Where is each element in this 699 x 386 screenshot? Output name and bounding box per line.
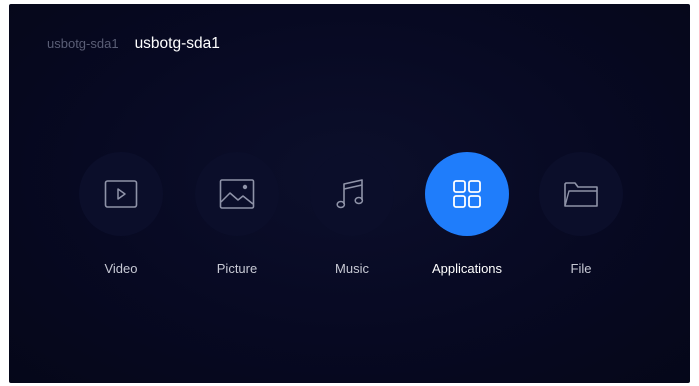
category-music-label: Music xyxy=(335,261,369,276)
category-picture-label: Picture xyxy=(216,261,258,276)
breadcrumb-current: usbotg-sda1 xyxy=(134,35,220,52)
category-applications-label: Applications xyxy=(431,261,503,276)
folder-icon xyxy=(563,179,599,209)
media-browser-screen: usbotg-sda1 usbotg-sda1 Video Picture Mu… xyxy=(9,4,690,383)
category-picture-circle xyxy=(195,152,279,236)
applications-icon xyxy=(452,179,482,209)
category-music-circle xyxy=(310,152,394,236)
picture-icon xyxy=(219,178,255,210)
breadcrumb: usbotg-sda1 usbotg-sda1 xyxy=(47,35,220,53)
category-video-label: Video xyxy=(104,261,138,276)
video-icon xyxy=(104,179,138,209)
category-picture[interactable]: Picture xyxy=(182,152,292,287)
category-file-circle xyxy=(539,152,623,236)
category-file-label: File xyxy=(570,261,592,276)
category-file[interactable]: File xyxy=(526,152,636,287)
category-video[interactable]: Video xyxy=(66,152,176,287)
category-video-circle xyxy=(79,152,163,236)
category-applications[interactable]: Applications xyxy=(412,152,522,287)
category-music[interactable]: Music xyxy=(297,152,407,287)
breadcrumb-previous[interactable]: usbotg-sda1 xyxy=(47,36,119,51)
category-applications-circle xyxy=(425,152,509,236)
music-icon xyxy=(335,177,369,211)
page-frame: usbotg-sda1 usbotg-sda1 Video Picture Mu… xyxy=(0,0,699,386)
